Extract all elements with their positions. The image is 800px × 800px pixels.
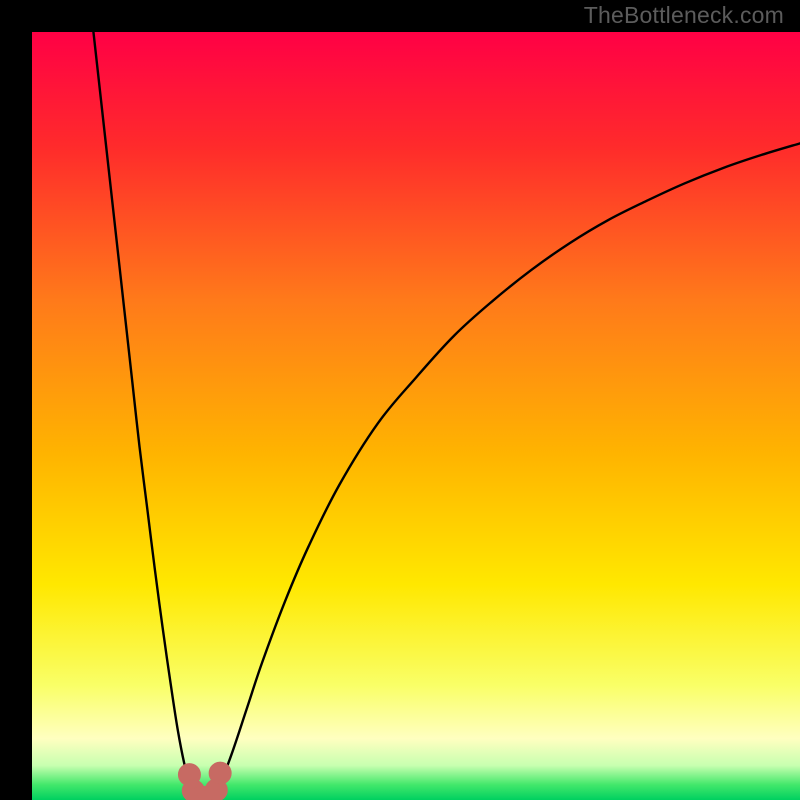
watermark-text: TheBottleneck.com [584, 2, 784, 29]
marker-dot [209, 762, 231, 784]
plot-background [32, 32, 800, 800]
chart-frame: TheBottleneck.com [0, 0, 800, 800]
bottleneck-chart [0, 0, 800, 800]
